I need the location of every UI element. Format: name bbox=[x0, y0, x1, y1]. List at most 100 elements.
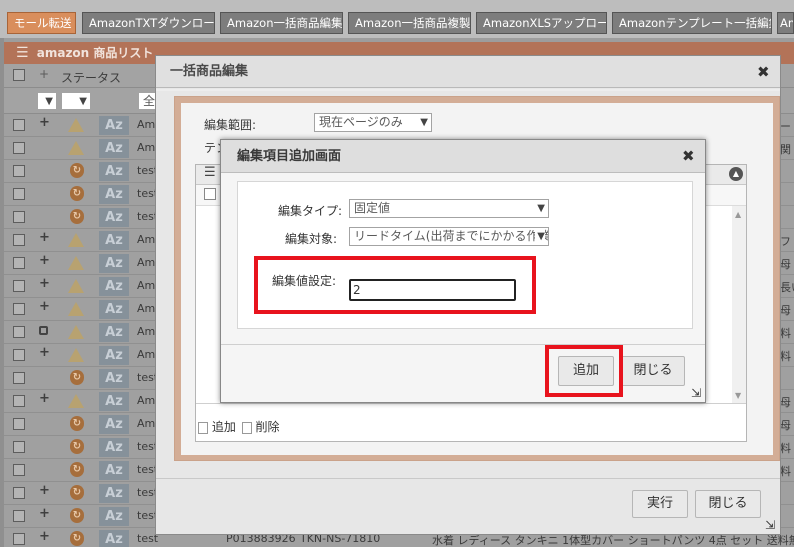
amazon-icon: Az bbox=[99, 162, 129, 181]
add-item-title-bar: 編集項目追加画面 ✖ bbox=[221, 140, 705, 173]
resize-handle-icon[interactable]: ⇲ bbox=[691, 386, 701, 400]
add-row-icon[interactable] bbox=[198, 421, 208, 434]
row-checkbox[interactable] bbox=[13, 280, 25, 292]
delete-row-button[interactable]: 削除 bbox=[256, 420, 280, 434]
amazon-bulk-copy-button[interactable]: Amazon一括商品複製 bbox=[348, 12, 471, 34]
row-checkbox[interactable] bbox=[13, 395, 25, 407]
expand-icon[interactable]: + bbox=[39, 345, 50, 360]
expand-icon[interactable]: + bbox=[39, 299, 50, 314]
add-item-title: 編集項目追加画面 bbox=[237, 149, 342, 164]
clock-icon: ↻ bbox=[70, 531, 84, 546]
amazon-more-button[interactable]: Am bbox=[777, 12, 794, 34]
target-select[interactable]: リードタイム(出荷までにかかる作業日数) ▼ bbox=[349, 227, 549, 246]
row-checkbox[interactable] bbox=[13, 464, 25, 476]
chevron-down-icon: ▼ bbox=[537, 203, 545, 214]
expand-icon[interactable]: + bbox=[39, 276, 50, 291]
row-checkbox[interactable] bbox=[13, 119, 25, 131]
chevron-down-icon: ▼ bbox=[45, 96, 53, 107]
execute-button[interactable]: 実行 bbox=[632, 490, 688, 518]
clock-icon: ↻ bbox=[70, 439, 84, 454]
warning-icon bbox=[68, 325, 84, 339]
mall-transfer-button[interactable]: モール転送 bbox=[7, 12, 76, 34]
close-icon[interactable]: ✖ bbox=[757, 56, 770, 88]
clock-icon: ↻ bbox=[70, 163, 84, 178]
expand-icon[interactable]: + bbox=[39, 506, 50, 521]
row-checkbox[interactable] bbox=[13, 211, 25, 223]
select-all-checkbox[interactable] bbox=[13, 69, 25, 81]
amazon-icon: Az bbox=[99, 346, 129, 365]
amazon-template-bulk-edit-button[interactable]: Amazonテンプレート一括編集 bbox=[612, 12, 772, 34]
warning-icon bbox=[68, 348, 84, 362]
scroll-down-icon[interactable]: ▼ bbox=[735, 391, 741, 400]
bulk-edit-title-bar: 一括商品編集 ✖ bbox=[156, 56, 780, 88]
expand-icon[interactable]: + bbox=[39, 529, 50, 544]
amazon-icon: Az bbox=[99, 208, 129, 227]
scroll-up-icon[interactable]: ▲ bbox=[735, 210, 741, 219]
clock-icon: ↻ bbox=[70, 186, 84, 201]
amazon-icon: Az bbox=[99, 185, 129, 204]
row-checkbox[interactable] bbox=[13, 165, 25, 177]
warning-icon bbox=[68, 256, 84, 270]
menu-icon[interactable]: ☰ bbox=[16, 45, 29, 61]
amazon-icon: Az bbox=[99, 438, 129, 457]
collapse-icon[interactable]: ▲ bbox=[729, 167, 743, 181]
amazon-icon: Az bbox=[99, 484, 129, 503]
amazon-icon: Az bbox=[99, 116, 129, 135]
expand-icon[interactable]: + bbox=[39, 391, 50, 406]
amazon-icon: Az bbox=[99, 530, 129, 547]
highlight-value-field bbox=[254, 256, 536, 314]
amazon-icon: Az bbox=[99, 323, 129, 342]
row-checkbox[interactable] bbox=[13, 418, 25, 430]
close-icon[interactable]: ✖ bbox=[682, 140, 695, 173]
amazon-icon: Az bbox=[99, 461, 129, 480]
add-item-close-button[interactable]: 閉じる bbox=[621, 356, 685, 386]
row-checkbox[interactable] bbox=[13, 349, 25, 361]
amazon-bulk-edit-button[interactable]: Amazon一括商品編集 bbox=[220, 12, 343, 34]
row-name: Am bbox=[137, 141, 156, 154]
expand-icon[interactable]: + bbox=[39, 115, 50, 130]
row-checkbox[interactable] bbox=[13, 441, 25, 453]
amazon-icon: Az bbox=[99, 139, 129, 158]
range-select[interactable]: 現在ページのみ ▼ bbox=[314, 113, 432, 132]
expand-icon[interactable]: + bbox=[39, 253, 50, 268]
amazon-xls-upload-button[interactable]: AmazonXLSアップロード bbox=[476, 12, 607, 34]
amazon-icon: Az bbox=[99, 300, 129, 319]
menu-icon[interactable]: ☰ bbox=[204, 165, 216, 180]
collapse-icon[interactable] bbox=[39, 326, 48, 335]
warning-icon bbox=[68, 233, 84, 247]
add-row-button[interactable]: 追加 bbox=[212, 420, 236, 434]
type-label: 編集タイプ: bbox=[278, 204, 343, 218]
row-checkbox[interactable] bbox=[13, 533, 25, 545]
range-label: 編集範囲: bbox=[204, 118, 257, 132]
row-checkbox[interactable] bbox=[13, 510, 25, 522]
clock-icon: ↻ bbox=[70, 508, 84, 523]
chevron-down-icon: ▼ bbox=[535, 228, 545, 245]
type-select[interactable]: 固定値 ▼ bbox=[349, 199, 549, 218]
row-checkbox[interactable] bbox=[13, 234, 25, 246]
filter-select-1[interactable]: ▼ bbox=[37, 92, 57, 110]
col-status: ステータス bbox=[61, 71, 122, 85]
amazon-icon: Az bbox=[99, 277, 129, 296]
row-checkbox[interactable] bbox=[13, 142, 25, 154]
amazon-txt-download-button[interactable]: AmazonTXTダウンロード bbox=[82, 12, 215, 34]
row-checkbox[interactable] bbox=[13, 188, 25, 200]
grid-scrollbar[interactable]: ▲ ▼ bbox=[732, 206, 746, 403]
expand-icon[interactable]: + bbox=[39, 230, 50, 245]
row-checkbox[interactable] bbox=[13, 326, 25, 338]
row-checkbox[interactable] bbox=[13, 487, 25, 499]
delete-row-icon[interactable] bbox=[241, 421, 252, 434]
row-checkbox[interactable] bbox=[13, 257, 25, 269]
amazon-icon: Az bbox=[99, 369, 129, 388]
resize-handle-icon[interactable]: ⇲ bbox=[765, 518, 775, 532]
clock-icon: ↻ bbox=[70, 485, 84, 500]
target-label: 編集対象: bbox=[285, 232, 338, 246]
dialog-close-button[interactable]: 閉じる bbox=[695, 490, 761, 518]
row-checkbox[interactable] bbox=[13, 372, 25, 384]
clock-icon: ↻ bbox=[70, 462, 84, 477]
clock-icon: ↻ bbox=[70, 370, 84, 385]
clock-icon: ↻ bbox=[70, 416, 84, 431]
row-checkbox[interactable] bbox=[13, 303, 25, 315]
filter-select-2[interactable]: ▼ bbox=[61, 92, 91, 110]
expand-icon[interactable]: + bbox=[39, 483, 50, 498]
grid-select-all-checkbox[interactable] bbox=[204, 188, 216, 200]
